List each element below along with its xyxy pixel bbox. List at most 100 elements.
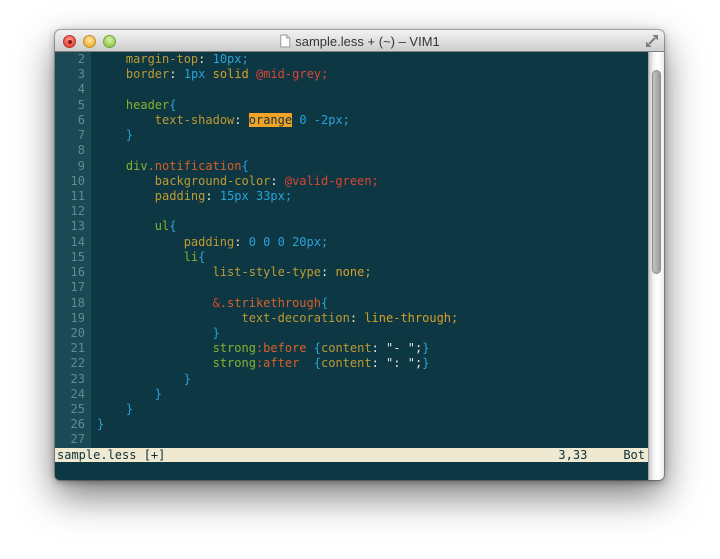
code-token <box>176 67 183 81</box>
code-token: @mid-grey; <box>256 67 328 81</box>
code-line: 10background-color: @valid-green; <box>55 174 648 189</box>
line-number: 27 <box>55 432 91 447</box>
line-number: 19 <box>55 311 91 326</box>
code-line: 27 <box>55 432 648 447</box>
code-token: { <box>314 341 321 355</box>
code-token: : <box>350 311 357 325</box>
code-token: } <box>155 387 162 401</box>
code-token: : <box>234 113 241 127</box>
code-line: 7} <box>55 128 648 143</box>
code-token: } <box>126 128 133 142</box>
code-token: } <box>126 402 133 416</box>
code-token: { <box>169 219 176 233</box>
window-title: sample.less + (~) – VIM1 <box>295 34 440 49</box>
code-line: 2margin-top: 10px; <box>55 52 648 67</box>
code-token: } <box>213 326 220 340</box>
line-number: 26 <box>55 417 91 432</box>
code-token: :before <box>256 341 307 355</box>
line-number: 7 <box>55 128 91 143</box>
code-token: { <box>314 356 321 370</box>
code-token: 0 0 0 20px; <box>249 235 328 249</box>
window-content: 2margin-top: 10px;3border: 1px solid @mi… <box>55 52 664 480</box>
code-token: div <box>126 159 148 173</box>
line-number: 16 <box>55 265 91 280</box>
line-number: 8 <box>55 143 91 158</box>
code-line: 18&.strikethrough{ <box>55 296 648 311</box>
code-editor[interactable]: 2margin-top: 10px;3border: 1px solid @mi… <box>55 52 648 448</box>
code-token: padding <box>155 189 206 203</box>
mode-indicator: -- INSERT -- <box>115 478 202 480</box>
line-number: 22 <box>55 356 91 371</box>
code-line: 12 <box>55 204 648 219</box>
code-token: } <box>422 356 429 370</box>
line-number: 12 <box>55 204 91 219</box>
code-line: 20} <box>55 326 648 341</box>
code-token: { <box>169 98 176 112</box>
highlighted-text: orange <box>249 113 292 127</box>
code-token: line-through; <box>364 311 458 325</box>
code-token <box>242 235 249 249</box>
line-number: 15 <box>55 250 91 265</box>
document-icon <box>279 34 290 48</box>
code-token: : <box>205 189 212 203</box>
code-token: : <box>270 174 277 188</box>
fullscreen-icon[interactable] <box>645 34 659 48</box>
code-token: list-style-type <box>213 265 321 279</box>
code-line: 14padding: 0 0 0 20px; <box>55 235 648 250</box>
statusline-filename: sample.less [+] <box>57 448 165 462</box>
code-token <box>242 113 249 127</box>
code-token: strong <box>213 341 256 355</box>
code-token: "- " <box>386 341 415 355</box>
code-token <box>205 52 212 66</box>
code-token: { <box>198 250 205 264</box>
line-number: 18 <box>55 296 91 311</box>
titlebar[interactable]: sample.less + (~) – VIM1 <box>55 30 664 52</box>
code-token <box>213 189 220 203</box>
code-token: 10px; <box>213 52 249 66</box>
line-number: 23 <box>55 372 91 387</box>
code-token: strong <box>213 356 256 370</box>
code-token <box>307 341 314 355</box>
code-token: .notification <box>148 159 242 173</box>
code-token: : <box>234 235 241 249</box>
vim-commandline: -- INSERT -- <box>55 462 648 480</box>
zoom-button[interactable] <box>103 35 116 48</box>
line-number: 9 <box>55 159 91 174</box>
traffic-lights <box>63 30 116 52</box>
code-token <box>205 67 212 81</box>
code-token <box>299 356 313 370</box>
code-token: none; <box>335 265 371 279</box>
code-line: 8 <box>55 143 648 158</box>
code-token: } <box>422 341 429 355</box>
line-number: 2 <box>55 52 91 67</box>
line-number: 21 <box>55 341 91 356</box>
code-token: : <box>372 356 379 370</box>
scrollbar-thumb[interactable] <box>652 70 661 274</box>
scrollbar[interactable] <box>648 52 664 480</box>
code-line: 11padding: 15px 33px; <box>55 189 648 204</box>
code-token: 1px <box>184 67 206 81</box>
line-number: 3 <box>55 67 91 82</box>
modified-dot-icon <box>68 40 72 44</box>
code-token: ": " <box>386 356 415 370</box>
code-line: 17 <box>55 280 648 295</box>
code-token <box>278 174 285 188</box>
code-token: :after <box>256 356 299 370</box>
code-line: 23} <box>55 372 648 387</box>
line-number: 10 <box>55 174 91 189</box>
code-line: 5header{ <box>55 98 648 113</box>
line-number: 24 <box>55 387 91 402</box>
code-line: 15li{ <box>55 250 648 265</box>
title-group: sample.less + (~) – VIM1 <box>279 30 440 52</box>
code-token: text-shadow <box>155 113 234 127</box>
code-token: : <box>372 341 379 355</box>
code-token: & <box>213 296 220 310</box>
code-line: 9 div.notification{ <box>55 159 648 174</box>
code-token: padding <box>184 235 235 249</box>
code-line: 24} <box>55 387 648 402</box>
close-button[interactable] <box>63 35 76 48</box>
code-token: header <box>126 98 169 112</box>
minimize-button[interactable] <box>83 35 96 48</box>
line-number: 17 <box>55 280 91 295</box>
code-token: { <box>242 159 249 173</box>
